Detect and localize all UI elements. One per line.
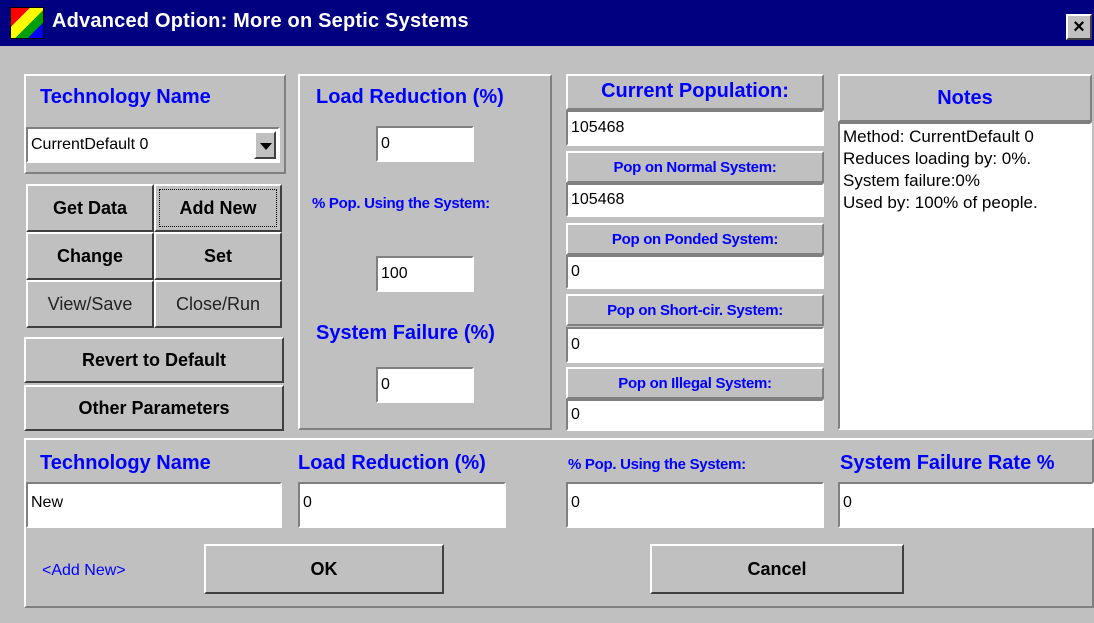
notes-label: Notes bbox=[937, 87, 993, 109]
current-population-field[interactable]: 105468 bbox=[566, 110, 824, 146]
pct-pop-input[interactable]: 100 bbox=[376, 256, 474, 292]
shortcir-system-header: Pop on Short-cir. System: bbox=[566, 294, 824, 326]
new-load-reduction-input[interactable]: 0 bbox=[298, 482, 506, 528]
new-technology-name-label: Technology Name bbox=[40, 452, 211, 474]
chevron-down-icon[interactable] bbox=[254, 131, 276, 159]
new-failure-rate-input[interactable]: 0 bbox=[838, 482, 1094, 528]
set-button[interactable]: Set bbox=[154, 232, 282, 280]
technology-select[interactable]: CurrentDefault 0 bbox=[26, 127, 280, 163]
illegal-system-label: Pop on Illegal System: bbox=[618, 375, 772, 392]
note-line: Reduces loading by: 0%. bbox=[843, 149, 1032, 168]
normal-system-field[interactable]: 105468 bbox=[566, 183, 824, 217]
ponded-system-header: Pop on Ponded System: bbox=[566, 223, 824, 255]
system-failure-label: System Failure (%) bbox=[316, 322, 495, 344]
revert-to-default-button[interactable]: Revert to Default bbox=[24, 337, 284, 383]
notes-header: Notes bbox=[838, 74, 1092, 122]
shortcir-system-field[interactable]: 0 bbox=[566, 327, 824, 363]
title-bar: Advanced Option: More on Septic Systems … bbox=[0, 0, 1094, 46]
notes-textarea[interactable]: Method: CurrentDefault 0 Reduces loading… bbox=[838, 122, 1092, 430]
normal-system-header: Pop on Normal System: bbox=[566, 151, 824, 183]
current-population-header: Current Population: bbox=[566, 74, 824, 110]
shortcir-system-label: Pop on Short-cir. System: bbox=[607, 302, 783, 319]
ponded-system-field[interactable]: 0 bbox=[566, 255, 824, 289]
normal-system-label: Pop on Normal System: bbox=[613, 159, 777, 176]
load-reduction-input[interactable]: 0 bbox=[376, 126, 474, 162]
current-population-label: Current Population: bbox=[601, 80, 789, 102]
cancel-button[interactable]: Cancel bbox=[650, 544, 904, 594]
new-pct-pop-input[interactable]: 0 bbox=[566, 482, 824, 528]
note-line: Method: CurrentDefault 0 bbox=[843, 127, 1034, 146]
new-load-reduction-label: Load Reduction (%) bbox=[298, 452, 486, 474]
illegal-system-field[interactable]: 0 bbox=[566, 399, 824, 431]
new-technology-name-input[interactable]: New bbox=[26, 482, 282, 528]
new-failure-rate-label: System Failure Rate % bbox=[840, 452, 1055, 474]
illegal-system-header: Pop on Illegal System: bbox=[566, 367, 824, 399]
load-reduction-label: Load Reduction (%) bbox=[316, 86, 504, 108]
change-button[interactable]: Change bbox=[26, 232, 154, 280]
add-new-button[interactable]: Add New bbox=[154, 184, 282, 232]
add-new-mode-link[interactable]: <Add New> bbox=[42, 562, 126, 580]
technology-name-label: Technology Name bbox=[40, 86, 211, 108]
close-button[interactable]: × bbox=[1066, 14, 1092, 40]
new-pct-pop-label: % Pop. Using the System: bbox=[568, 456, 746, 473]
get-data-button[interactable]: Get Data bbox=[26, 184, 154, 232]
close-run-button[interactable]: Close/Run bbox=[154, 280, 282, 328]
pct-pop-label: % Pop. Using the System: bbox=[312, 195, 490, 212]
technology-selected-value: CurrentDefault 0 bbox=[31, 136, 149, 153]
note-line: System failure:0% bbox=[843, 171, 980, 190]
ponded-system-label: Pop on Ponded System: bbox=[611, 231, 779, 248]
note-line: Used by: 100% of people. bbox=[843, 193, 1038, 212]
ok-button[interactable]: OK bbox=[204, 544, 444, 594]
other-parameters-button[interactable]: Other Parameters bbox=[24, 385, 284, 431]
system-failure-input[interactable]: 0 bbox=[376, 367, 474, 403]
window-title: Advanced Option: More on Septic Systems bbox=[52, 10, 469, 32]
view-save-button[interactable]: View/Save bbox=[26, 280, 154, 328]
app-logo-icon bbox=[10, 7, 44, 39]
